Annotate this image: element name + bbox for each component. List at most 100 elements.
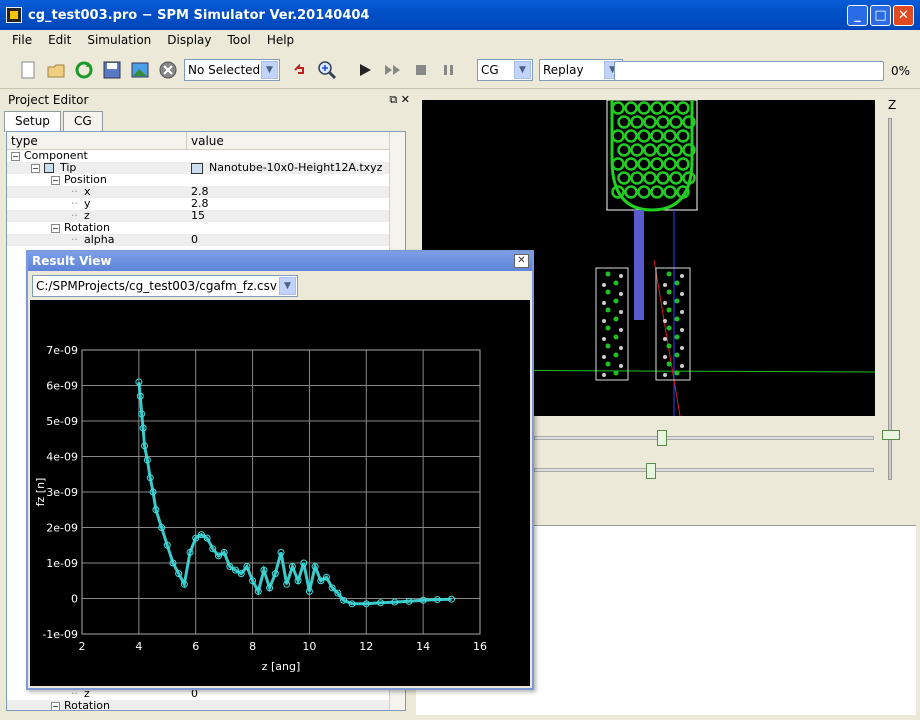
lattice-ring bbox=[676, 101, 690, 115]
open-folder-icon[interactable] bbox=[45, 59, 67, 81]
minimize-button[interactable]: _ bbox=[847, 5, 868, 26]
menu-tool[interactable]: Tool bbox=[228, 33, 251, 47]
pause-icon[interactable] bbox=[438, 59, 460, 81]
y-tick-label: 7e-09 bbox=[46, 344, 78, 357]
tab-setup[interactable]: Setup bbox=[4, 111, 61, 132]
slider-2-thumb[interactable] bbox=[646, 463, 656, 479]
atom bbox=[619, 328, 623, 332]
atom bbox=[663, 283, 667, 287]
menu-display[interactable]: Display bbox=[167, 33, 211, 47]
result-view-close-button[interactable]: ✕ bbox=[514, 254, 529, 268]
expand-toggle-icon[interactable]: − bbox=[51, 702, 60, 710]
column-type[interactable]: type bbox=[7, 132, 187, 149]
y-tick-label: 4e-09 bbox=[46, 451, 78, 464]
z-slider-thumb[interactable] bbox=[882, 430, 900, 440]
atom bbox=[663, 355, 667, 359]
atom bbox=[680, 274, 684, 278]
lattice-ring bbox=[637, 157, 651, 171]
atom bbox=[674, 280, 680, 286]
tab-cg[interactable]: CG bbox=[62, 111, 103, 131]
progress-percent: 0% bbox=[891, 64, 911, 78]
result-view-window: Result View ✕ C:/SPMProjects/cg_test003/… bbox=[26, 250, 534, 690]
tree-row[interactable]: − Rotation bbox=[7, 700, 391, 710]
data-line bbox=[137, 381, 452, 606]
z-axis-label: Z bbox=[888, 98, 897, 112]
y-tick-label: 3e-09 bbox=[46, 486, 78, 499]
lattice-ring bbox=[624, 157, 638, 171]
reload-icon[interactable] bbox=[73, 59, 95, 81]
stop-icon[interactable] bbox=[410, 59, 432, 81]
z-slider[interactable] bbox=[888, 118, 892, 480]
maximize-button[interactable]: □ bbox=[870, 5, 891, 26]
undo-icon[interactable] bbox=[288, 59, 310, 81]
atom bbox=[613, 370, 619, 376]
atom bbox=[674, 298, 680, 304]
expand-toggle-icon[interactable]: − bbox=[11, 152, 20, 161]
menu-bar: File Edit Simulation Display Tool Help bbox=[0, 30, 920, 50]
tree-row-type: alpha bbox=[84, 233, 115, 246]
save-icon[interactable] bbox=[101, 59, 123, 81]
close-button[interactable]: ✕ bbox=[893, 5, 914, 26]
y-axis-label: fz [n] bbox=[34, 478, 47, 507]
y-tick-label: 6e-09 bbox=[46, 380, 78, 393]
tree-row-type: Component bbox=[24, 149, 88, 162]
y-tick-label: 0 bbox=[71, 593, 78, 606]
lattice-ring bbox=[643, 143, 657, 157]
atom bbox=[613, 334, 619, 340]
fast-forward-icon[interactable] bbox=[382, 59, 404, 81]
menu-help[interactable]: Help bbox=[267, 33, 294, 47]
horizontal-slider-2[interactable] bbox=[534, 468, 874, 472]
y-tick-label: 2e-09 bbox=[46, 522, 78, 535]
replay-dropdown[interactable]: Replay ▼ bbox=[539, 58, 623, 81]
file-icon bbox=[191, 162, 203, 174]
y-tick-label: 1e-09 bbox=[46, 557, 78, 570]
tree-header: type value bbox=[7, 132, 405, 150]
tree-row[interactable]: − Rotation bbox=[7, 222, 405, 234]
title-bar: cg_test003.pro − SPM Simulator Ver.20140… bbox=[0, 0, 920, 30]
atom bbox=[680, 346, 684, 350]
play-icon[interactable] bbox=[354, 59, 376, 81]
atom bbox=[602, 301, 606, 305]
atom bbox=[666, 325, 672, 331]
tree-row[interactable]: ·· alpha 0 bbox=[7, 234, 405, 246]
nanotube-lattice bbox=[611, 101, 696, 199]
menu-edit[interactable]: Edit bbox=[48, 33, 71, 47]
atom bbox=[619, 310, 623, 314]
progress-bar bbox=[614, 61, 884, 81]
result-file-dropdown[interactable]: C:/SPMProjects/cg_test003/cgafm_fz.csv ▼ bbox=[32, 275, 298, 297]
zoom-in-icon[interactable] bbox=[316, 59, 338, 81]
menu-file[interactable]: File bbox=[12, 33, 32, 47]
new-file-icon[interactable] bbox=[17, 59, 39, 81]
lattice-ring bbox=[650, 185, 664, 199]
tree-row[interactable]: ·· y 2.8 bbox=[7, 198, 405, 210]
stop-circle-icon[interactable] bbox=[157, 59, 179, 81]
result-view-title: Result View bbox=[32, 254, 112, 268]
lattice-ring bbox=[617, 115, 631, 129]
molecule-chain-left bbox=[602, 271, 623, 377]
atom bbox=[663, 301, 667, 305]
lattice-ring bbox=[669, 171, 683, 185]
project-editor-controls[interactable]: ⧉ ✕ bbox=[389, 93, 410, 107]
slider-1-thumb[interactable] bbox=[657, 430, 667, 446]
selection-dropdown[interactable]: No Selected ▼ bbox=[184, 58, 280, 81]
menu-simulation[interactable]: Simulation bbox=[87, 33, 151, 47]
atom bbox=[666, 289, 672, 295]
mode-dropdown[interactable]: CG ▼ bbox=[477, 58, 533, 81]
atom bbox=[602, 337, 606, 341]
atom bbox=[666, 307, 672, 313]
lattice-ring bbox=[663, 129, 677, 143]
result-view-titlebar[interactable]: Result View ✕ bbox=[28, 252, 532, 271]
x-tick-label: 14 bbox=[416, 640, 430, 653]
atom bbox=[613, 352, 619, 358]
column-value[interactable]: value bbox=[187, 132, 224, 149]
lattice-ring bbox=[650, 157, 664, 171]
x-tick-label: 4 bbox=[135, 640, 142, 653]
expand-toggle-icon[interactable]: − bbox=[31, 164, 40, 173]
expand-toggle-icon[interactable]: − bbox=[51, 176, 60, 185]
expand-toggle-icon[interactable]: − bbox=[51, 224, 60, 233]
plot-area: 2 4 6 8 10 12 14 16 -1e-09 0 1e-09 2e-09 3e-09 4e-09 5… bbox=[30, 300, 530, 686]
image-icon[interactable] bbox=[129, 59, 151, 81]
x-tick-label: 16 bbox=[473, 640, 487, 653]
lattice-ring bbox=[669, 115, 683, 129]
horizontal-slider-1[interactable] bbox=[534, 436, 874, 440]
